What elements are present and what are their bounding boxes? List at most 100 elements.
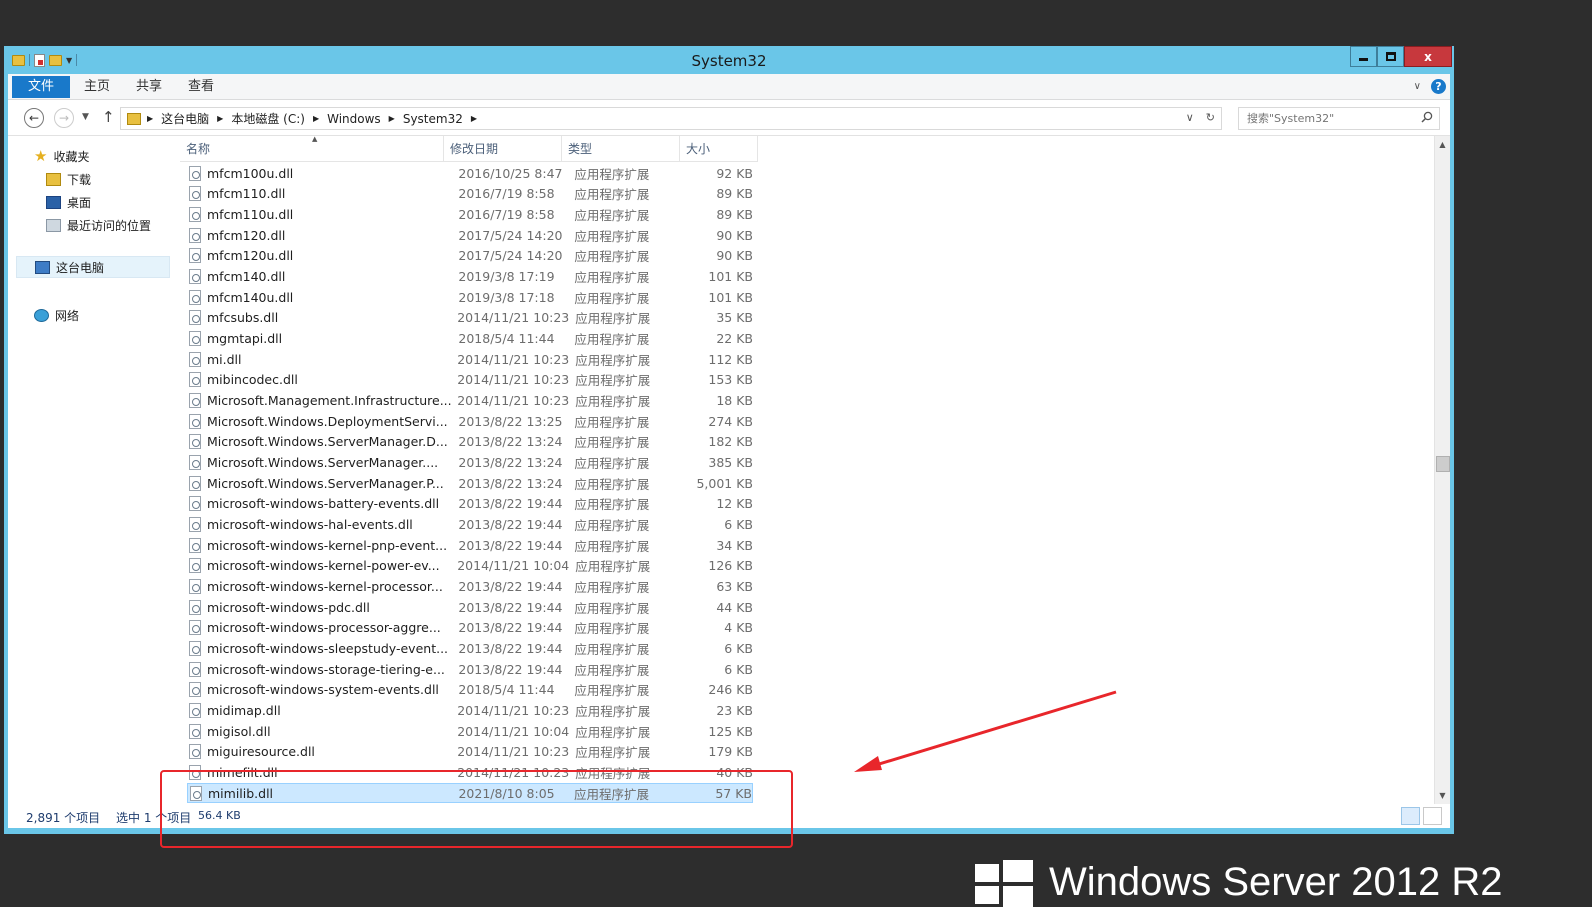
table-row[interactable]: mi.dll 2014/11/21 10:23 应用程序扩展 112 KB [187, 349, 753, 370]
search-icon[interactable] [1421, 111, 1433, 123]
file-name: mfcm140.dll [207, 269, 286, 285]
address-bar[interactable]: ▶ 这台电脑 ▶ 本地磁盘 (C:) ▶ Windows ▶ System32 … [120, 107, 1222, 130]
table-row[interactable]: mfcm140.dll 2019/3/8 17:19 应用程序扩展 101 KB [187, 266, 753, 287]
table-row[interactable]: midimap.dll 2014/11/21 10:23 应用程序扩展 23 KB [187, 700, 753, 721]
table-row[interactable]: microsoft-windows-processor-aggre... 2013… [187, 618, 753, 639]
table-row[interactable]: microsoft-windows-pdc.dll 2013/8/22 19:44… [187, 597, 753, 618]
refresh-icon[interactable]: ↻ [1206, 111, 1215, 124]
table-row[interactable]: microsoft-windows-kernel-processor... 201… [187, 576, 753, 597]
navigation-bar: ← → ▼ ↑ ▶ 这台电脑 ▶ 本地磁盘 (C:) ▶ Windows ▶ S… [8, 100, 1450, 136]
crumb-windows[interactable]: Windows [327, 112, 381, 126]
table-row[interactable]: mfcm120.dll 2017/5/24 14:20 应用程序扩展 90 KB [187, 225, 753, 246]
title-bar[interactable]: ▼ System32 x [4, 46, 1454, 74]
back-button[interactable]: ← [24, 108, 44, 128]
table-row[interactable]: mgmtapi.dll 2018/5/4 11:44 应用程序扩展 22 KB [187, 328, 753, 349]
chevron-right-icon[interactable]: ▶ [313, 114, 319, 123]
file-date: 2014/11/21 10:23 [457, 702, 570, 718]
table-row[interactable]: mfcm140u.dll 2019/3/8 17:18 应用程序扩展 101 KB [187, 287, 753, 308]
file-type: 应用程序扩展 [575, 559, 651, 575]
tab-file[interactable]: 文件 [12, 76, 70, 98]
chevron-right-icon[interactable]: ▶ [217, 114, 223, 123]
crumb-this-pc[interactable]: 这台电脑 [161, 110, 209, 127]
table-row[interactable]: microsoft-windows-battery-events.dll 2013… [187, 494, 753, 515]
crumb-local-disk[interactable]: 本地磁盘 (C:) [231, 110, 305, 127]
file-date: 2013/8/22 19:44 [458, 599, 563, 615]
table-row[interactable]: microsoft-windows-kernel-power-ev... 2014… [187, 556, 753, 577]
table-row[interactable]: microsoft-windows-sleepstudy-event... 201… [187, 638, 753, 659]
table-row[interactable]: mimilib.dll 2021/8/10 8:05 应用程序扩展 57 KB [187, 782, 753, 804]
file-size: 90 KB [716, 227, 753, 243]
file-name: Microsoft.Windows.ServerManager.D... [207, 434, 448, 450]
table-row[interactable]: Microsoft.Windows.ServerManager.D... 2013… [187, 432, 753, 453]
table-row[interactable]: microsoft-windows-storage-tiering-e... 20… [187, 659, 753, 680]
chevron-right-icon[interactable]: ▶ [471, 114, 477, 123]
table-row[interactable]: microsoft-windows-system-events.dll 2018/… [187, 680, 753, 701]
table-row[interactable]: microsoft-windows-hal-events.dll 2013/8/2… [187, 514, 753, 535]
sidebar-item-desktop[interactable]: 桌面 [46, 194, 91, 211]
table-row[interactable]: miguiresource.dll 2014/11/21 10:23 应用程序扩展 1… [187, 741, 753, 762]
column-name[interactable]: ▲ 名称 [180, 136, 444, 162]
chevron-down-icon[interactable]: ∨ [1186, 111, 1194, 124]
table-row[interactable]: mimefilt.dll 2014/11/21 10:23 应用程序扩展 40 KB [187, 762, 753, 783]
file-date: 2014/11/21 10:23 [457, 764, 570, 780]
sidebar-item-recent[interactable]: 最近访问的位置 [46, 217, 151, 234]
file-date: 2016/7/19 8:58 [458, 186, 555, 202]
details-view-icon[interactable] [1401, 807, 1420, 825]
file-date: 2016/10/25 8:47 [458, 165, 563, 181]
file-date: 2016/7/19 8:58 [458, 207, 555, 223]
file-size: 179 KB [708, 744, 753, 760]
table-row[interactable]: microsoft-windows-kernel-pnp-event... 201… [187, 535, 753, 556]
table-row[interactable]: mfcm120u.dll 2017/5/24 14:20 应用程序扩展 90 KB [187, 246, 753, 267]
up-arrow-icon[interactable]: ↑ [102, 108, 115, 126]
table-row[interactable]: mfcm100u.dll 2016/10/25 8:47 应用程序扩展 92 KB [187, 163, 753, 184]
sidebar-item-favorites[interactable]: ★ 收藏夹 [34, 148, 89, 165]
file-size: 4 KB [724, 620, 753, 636]
table-row[interactable]: mibincodec.dll 2014/11/21 10:23 应用程序扩展 153 … [187, 370, 753, 391]
sidebar-item-this-pc[interactable]: 这台电脑 [16, 256, 170, 278]
table-row[interactable]: mfcm110.dll 2016/7/19 8:58 应用程序扩展 89 KB [187, 184, 753, 205]
search-input[interactable] [1239, 108, 1409, 129]
column-size[interactable]: 大小 [680, 136, 758, 162]
table-row[interactable]: Microsoft.Windows.ServerManager.P... 2013… [187, 473, 753, 494]
recent-locations-icon[interactable]: ▼ [82, 112, 89, 122]
forward-button[interactable]: → [54, 108, 74, 128]
help-icon[interactable]: ? [1431, 79, 1446, 94]
chevron-right-icon[interactable]: ▶ [389, 114, 395, 123]
search-box[interactable] [1238, 107, 1440, 130]
file-type: 应用程序扩展 [575, 745, 651, 761]
table-row[interactable]: mfcsubs.dll 2014/11/21 10:23 应用程序扩展 35 KB [187, 308, 753, 329]
table-row[interactable]: Microsoft.Windows.ServerManager.... 2013/… [187, 452, 753, 473]
close-icon: x [1424, 49, 1432, 64]
chevron-right-icon[interactable]: ▶ [147, 114, 153, 123]
scroll-down-icon[interactable]: ▼ [1437, 790, 1448, 801]
crumb-system32[interactable]: System32 [403, 112, 463, 126]
minimize-button[interactable] [1350, 46, 1377, 67]
ribbon-tabs: 文件 主页 共享 查看 ∨ ? [8, 74, 1450, 100]
table-row[interactable]: Microsoft.Windows.DeploymentServi... 2013… [187, 411, 753, 432]
dll-file-icon [189, 496, 201, 512]
scroll-thumb[interactable] [1436, 456, 1450, 472]
tab-share[interactable]: 共享 [124, 74, 174, 99]
file-type: 应用程序扩展 [574, 683, 650, 699]
star-icon: ★ [34, 147, 48, 165]
column-date-modified[interactable]: 修改日期 [444, 136, 562, 162]
file-size: 23 KB [716, 702, 753, 718]
tab-view[interactable]: 查看 [176, 74, 226, 99]
tab-home[interactable]: 主页 [72, 74, 122, 99]
large-icons-view-icon[interactable] [1423, 807, 1442, 825]
close-button[interactable]: x [1404, 46, 1452, 67]
maximize-button[interactable] [1377, 46, 1404, 67]
scroll-up-icon[interactable]: ▲ [1437, 139, 1448, 150]
file-type: 应用程序扩展 [574, 187, 650, 203]
sidebar-item-downloads[interactable]: 下载 [46, 171, 91, 188]
column-type[interactable]: 类型 [562, 136, 680, 162]
table-row[interactable]: migisol.dll 2014/11/21 10:04 应用程序扩展 125 KB [187, 721, 753, 742]
expand-ribbon-icon[interactable]: ∨ [1414, 81, 1421, 92]
window-title: System32 [691, 52, 767, 70]
vertical-scrollbar[interactable]: ▲ ▼ [1434, 136, 1450, 804]
file-name: microsoft-windows-system-events.dll [207, 682, 439, 698]
table-row[interactable]: mfcm110u.dll 2016/7/19 8:58 应用程序扩展 89 KB [187, 204, 753, 225]
sidebar-item-network[interactable]: 网络 [34, 307, 79, 324]
table-row[interactable]: Microsoft.Management.Infrastructure... 20… [187, 390, 753, 411]
dll-file-icon [189, 764, 201, 780]
